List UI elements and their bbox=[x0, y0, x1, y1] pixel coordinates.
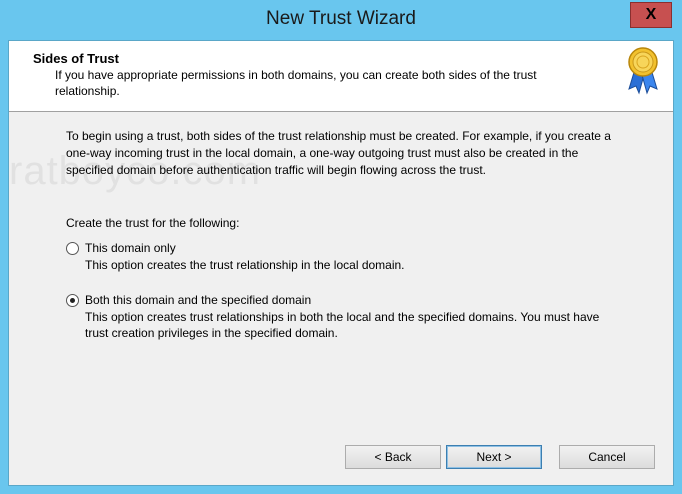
cancel-button[interactable]: Cancel bbox=[559, 445, 655, 469]
radio-this-domain-only[interactable] bbox=[66, 242, 79, 255]
close-button[interactable]: X bbox=[630, 2, 672, 28]
page-title: Sides of Trust bbox=[33, 51, 119, 66]
wizard-window: New Trust Wizard X Sides of Trust If you… bbox=[0, 0, 682, 494]
option-label[interactable]: Both this domain and the specified domai… bbox=[85, 293, 311, 307]
option-this-domain-only[interactable]: This domain only This option creates the… bbox=[66, 241, 626, 281]
title-bar[interactable]: New Trust Wizard X bbox=[0, 0, 682, 40]
create-trust-label: Create the trust for the following: bbox=[66, 216, 240, 230]
page-subtitle: If you have appropriate permissions in b… bbox=[55, 68, 537, 98]
window-title: New Trust Wizard bbox=[266, 8, 416, 29]
option-description: This option creates the trust relationsh… bbox=[85, 258, 405, 272]
option-label[interactable]: This domain only bbox=[85, 241, 176, 255]
radio-both-domains[interactable] bbox=[66, 294, 79, 307]
back-button[interactable]: < Back bbox=[345, 445, 441, 469]
radio-selected-dot bbox=[70, 298, 75, 303]
wizard-page: Sides of Trust If you have appropriate p… bbox=[8, 40, 674, 486]
award-medal-icon bbox=[628, 47, 658, 95]
option-both-domains[interactable]: Both this domain and the specified domai… bbox=[66, 293, 626, 343]
close-icon: X bbox=[645, 6, 657, 23]
next-button[interactable]: Next > bbox=[446, 445, 542, 469]
intro-text: To begin using a trust, both sides of th… bbox=[66, 129, 611, 177]
wizard-header: Sides of Trust If you have appropriate p… bbox=[9, 41, 673, 112]
option-description: This option creates trust relationships … bbox=[85, 310, 600, 340]
